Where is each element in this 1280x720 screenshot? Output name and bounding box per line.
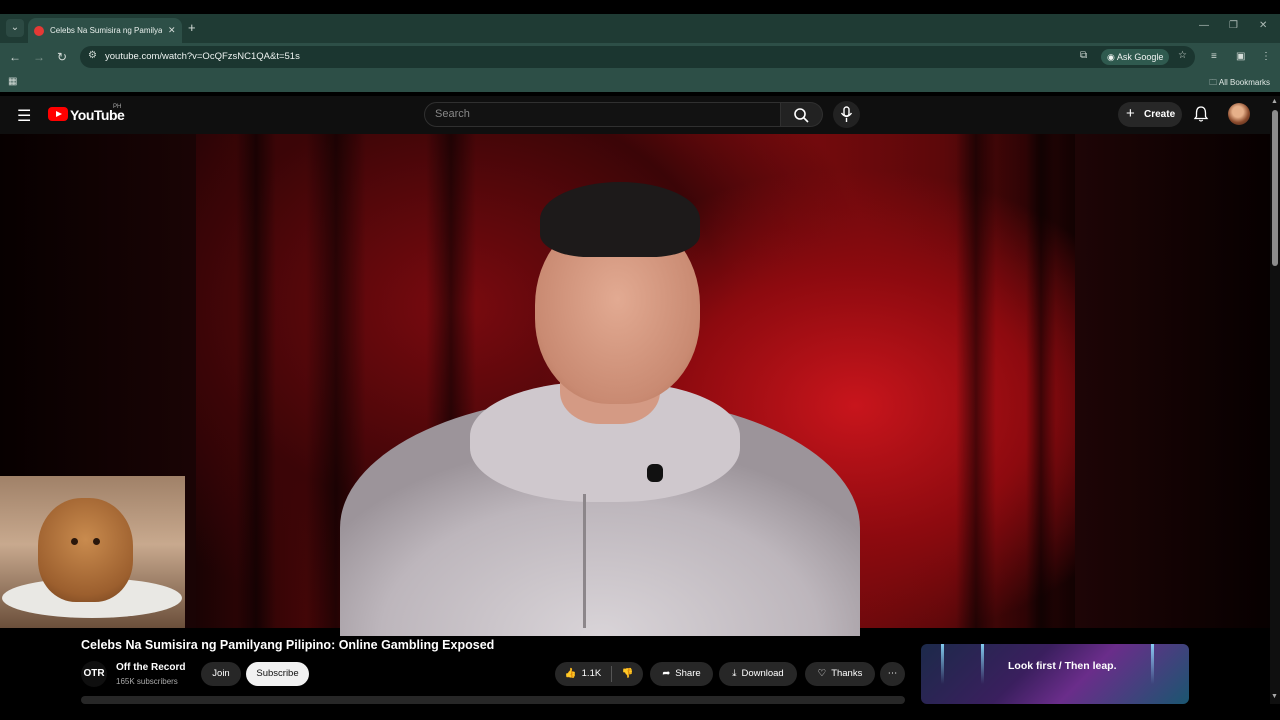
super-thanks-icon: ♡ bbox=[817, 668, 827, 679]
join-button[interactable]: Join bbox=[201, 662, 241, 686]
thanks-label: Thanks bbox=[831, 668, 863, 679]
thanks-button[interactable]: ♡ Thanks bbox=[805, 662, 875, 686]
site-info-icon[interactable]: ⚙ bbox=[88, 50, 97, 61]
ad-headline: Look first / Then leap. bbox=[1008, 660, 1117, 672]
browser-tab-active[interactable]: Celebs Na Sumisira ng Pamilyang Pilipino… bbox=[28, 18, 182, 43]
ad-light-beam bbox=[941, 644, 944, 684]
more-actions-button[interactable]: ⋯ bbox=[880, 662, 905, 686]
ad-light-beam bbox=[981, 644, 984, 684]
browser-toolbar: ← → ↻ ⚙ youtube.com/watch?v=OcQFzsNC1QA&… bbox=[0, 43, 1280, 72]
all-bookmarks-label: All Bookmarks bbox=[1218, 78, 1270, 87]
country-code: PH bbox=[113, 104, 122, 110]
video-player[interactable] bbox=[0, 134, 1270, 636]
bookmark-star-icon[interactable]: ☆ bbox=[1178, 50, 1187, 61]
share-label: Share bbox=[675, 668, 701, 679]
scrollbar-thumb[interactable] bbox=[1272, 110, 1278, 266]
sidebar-ad-card[interactable]: Look first / Then leap. bbox=[921, 644, 1189, 704]
download-label: Download bbox=[741, 668, 784, 679]
browser-tabstrip: ⌄ Celebs Na Sumisira ng Pamilyang Pilipi… bbox=[0, 14, 1280, 43]
folder-icon: 🗀 bbox=[1209, 78, 1219, 87]
search-icon bbox=[794, 108, 809, 123]
share-button[interactable]: ➦ Share bbox=[650, 662, 713, 686]
curtain-fold bbox=[1026, 134, 1056, 628]
notifications-bell-icon[interactable] bbox=[1192, 105, 1210, 123]
minimize-icon[interactable]: — bbox=[1199, 20, 1209, 31]
new-tab-icon[interactable]: + bbox=[188, 20, 196, 35]
pip-cookie-character bbox=[38, 498, 133, 602]
translate-extension-icon[interactable]: ▣ bbox=[1236, 51, 1245, 62]
guide-menu-icon[interactable]: ☰ bbox=[17, 106, 31, 126]
curtain-fold bbox=[236, 134, 276, 628]
forward-icon[interactable]: → bbox=[33, 50, 45, 64]
search-input[interactable] bbox=[425, 103, 780, 125]
bookmarks-bar: ▦ 🗀 All Bookmarks bbox=[0, 72, 1280, 92]
microphone-icon bbox=[840, 106, 853, 122]
pip-eye bbox=[71, 538, 78, 545]
tab-close-icon[interactable]: ✕ bbox=[168, 25, 176, 36]
picture-in-picture-overlay bbox=[0, 476, 185, 628]
create-label: Create bbox=[1144, 109, 1176, 120]
media-control-icon[interactable]: ≡ bbox=[1211, 51, 1217, 62]
download-icon: ⤓ bbox=[732, 668, 737, 679]
hoodie-zipper bbox=[583, 494, 586, 628]
download-button[interactable]: ⤓ Download bbox=[719, 662, 797, 686]
google-lens-icon: ◉ bbox=[1107, 52, 1117, 62]
speaker-hair bbox=[540, 182, 700, 257]
like-count: 1.1K bbox=[581, 668, 602, 679]
close-window-icon[interactable]: ✕ bbox=[1259, 20, 1267, 31]
tab-title: Celebs Na Sumisira ng Pamilyang Pilipino… bbox=[50, 26, 162, 35]
account-avatar[interactable] bbox=[1228, 103, 1250, 125]
channel-name[interactable]: Off the Record bbox=[116, 662, 185, 673]
channel-avatar[interactable]: OTR bbox=[81, 661, 107, 687]
description-box-edge bbox=[81, 696, 905, 704]
more-horizontal-icon: ⋯ bbox=[887, 668, 898, 679]
lapel-mic bbox=[647, 464, 663, 482]
tab-search-menu-icon[interactable]: ⌄ bbox=[6, 19, 24, 37]
install-app-icon[interactable]: ⧉ bbox=[1080, 50, 1087, 61]
address-bar[interactable]: ⚙ youtube.com/watch?v=OcQFzsNC1QA&t=51s … bbox=[80, 46, 1195, 68]
browser-menu-icon[interactable]: ⋮ bbox=[1261, 51, 1271, 62]
create-button[interactable]: + Create bbox=[1118, 102, 1182, 127]
scroll-down-icon[interactable]: ▼ bbox=[1271, 693, 1278, 700]
page-scrollbar[interactable]: ▲ ▼ bbox=[1270, 96, 1280, 704]
scroll-up-icon[interactable]: ▲ bbox=[1271, 98, 1278, 105]
subscriber-count: 165K subscribers bbox=[116, 677, 178, 686]
voice-search-button[interactable] bbox=[833, 101, 860, 128]
restore-icon[interactable]: ❐ bbox=[1229, 20, 1238, 31]
url-text[interactable]: youtube.com/watch?v=OcQFzsNC1QA&t=51s bbox=[105, 51, 300, 62]
like-button[interactable]: 👍 1.1K bbox=[555, 662, 611, 686]
search-box[interactable] bbox=[424, 102, 781, 127]
share-arrow-icon: ➦ bbox=[662, 668, 671, 679]
curtain-fold bbox=[956, 134, 996, 628]
back-icon[interactable]: ← bbox=[9, 50, 21, 64]
reload-icon[interactable]: ↻ bbox=[57, 50, 67, 64]
youtube-favicon-icon bbox=[34, 25, 44, 36]
plus-icon: + bbox=[1126, 105, 1135, 122]
ask-google-label: Ask Google bbox=[1116, 52, 1164, 62]
ask-google-button[interactable]: ◉ Ask Google bbox=[1101, 49, 1170, 65]
subscribe-button[interactable]: Subscribe bbox=[246, 662, 309, 686]
pip-eye bbox=[93, 538, 100, 545]
thumbs-down-icon: 👎 bbox=[621, 668, 634, 679]
video-letterbox-right bbox=[1075, 134, 1270, 628]
all-bookmarks-button[interactable]: 🗀 All Bookmarks bbox=[1209, 77, 1270, 91]
ad-light-beam bbox=[1151, 644, 1154, 684]
dislike-button[interactable]: 👎 bbox=[612, 662, 643, 686]
video-title: Celebs Na Sumisira ng Pamilyang Pilipino… bbox=[81, 638, 495, 652]
thumbs-up-icon: 👍 bbox=[564, 668, 577, 679]
youtube-masthead: ☰ YouTube PH + Create bbox=[0, 96, 1270, 134]
youtube-logo-icon[interactable] bbox=[48, 107, 68, 121]
apps-grid-icon[interactable]: ▦ bbox=[8, 76, 17, 87]
search-button[interactable] bbox=[781, 102, 823, 127]
